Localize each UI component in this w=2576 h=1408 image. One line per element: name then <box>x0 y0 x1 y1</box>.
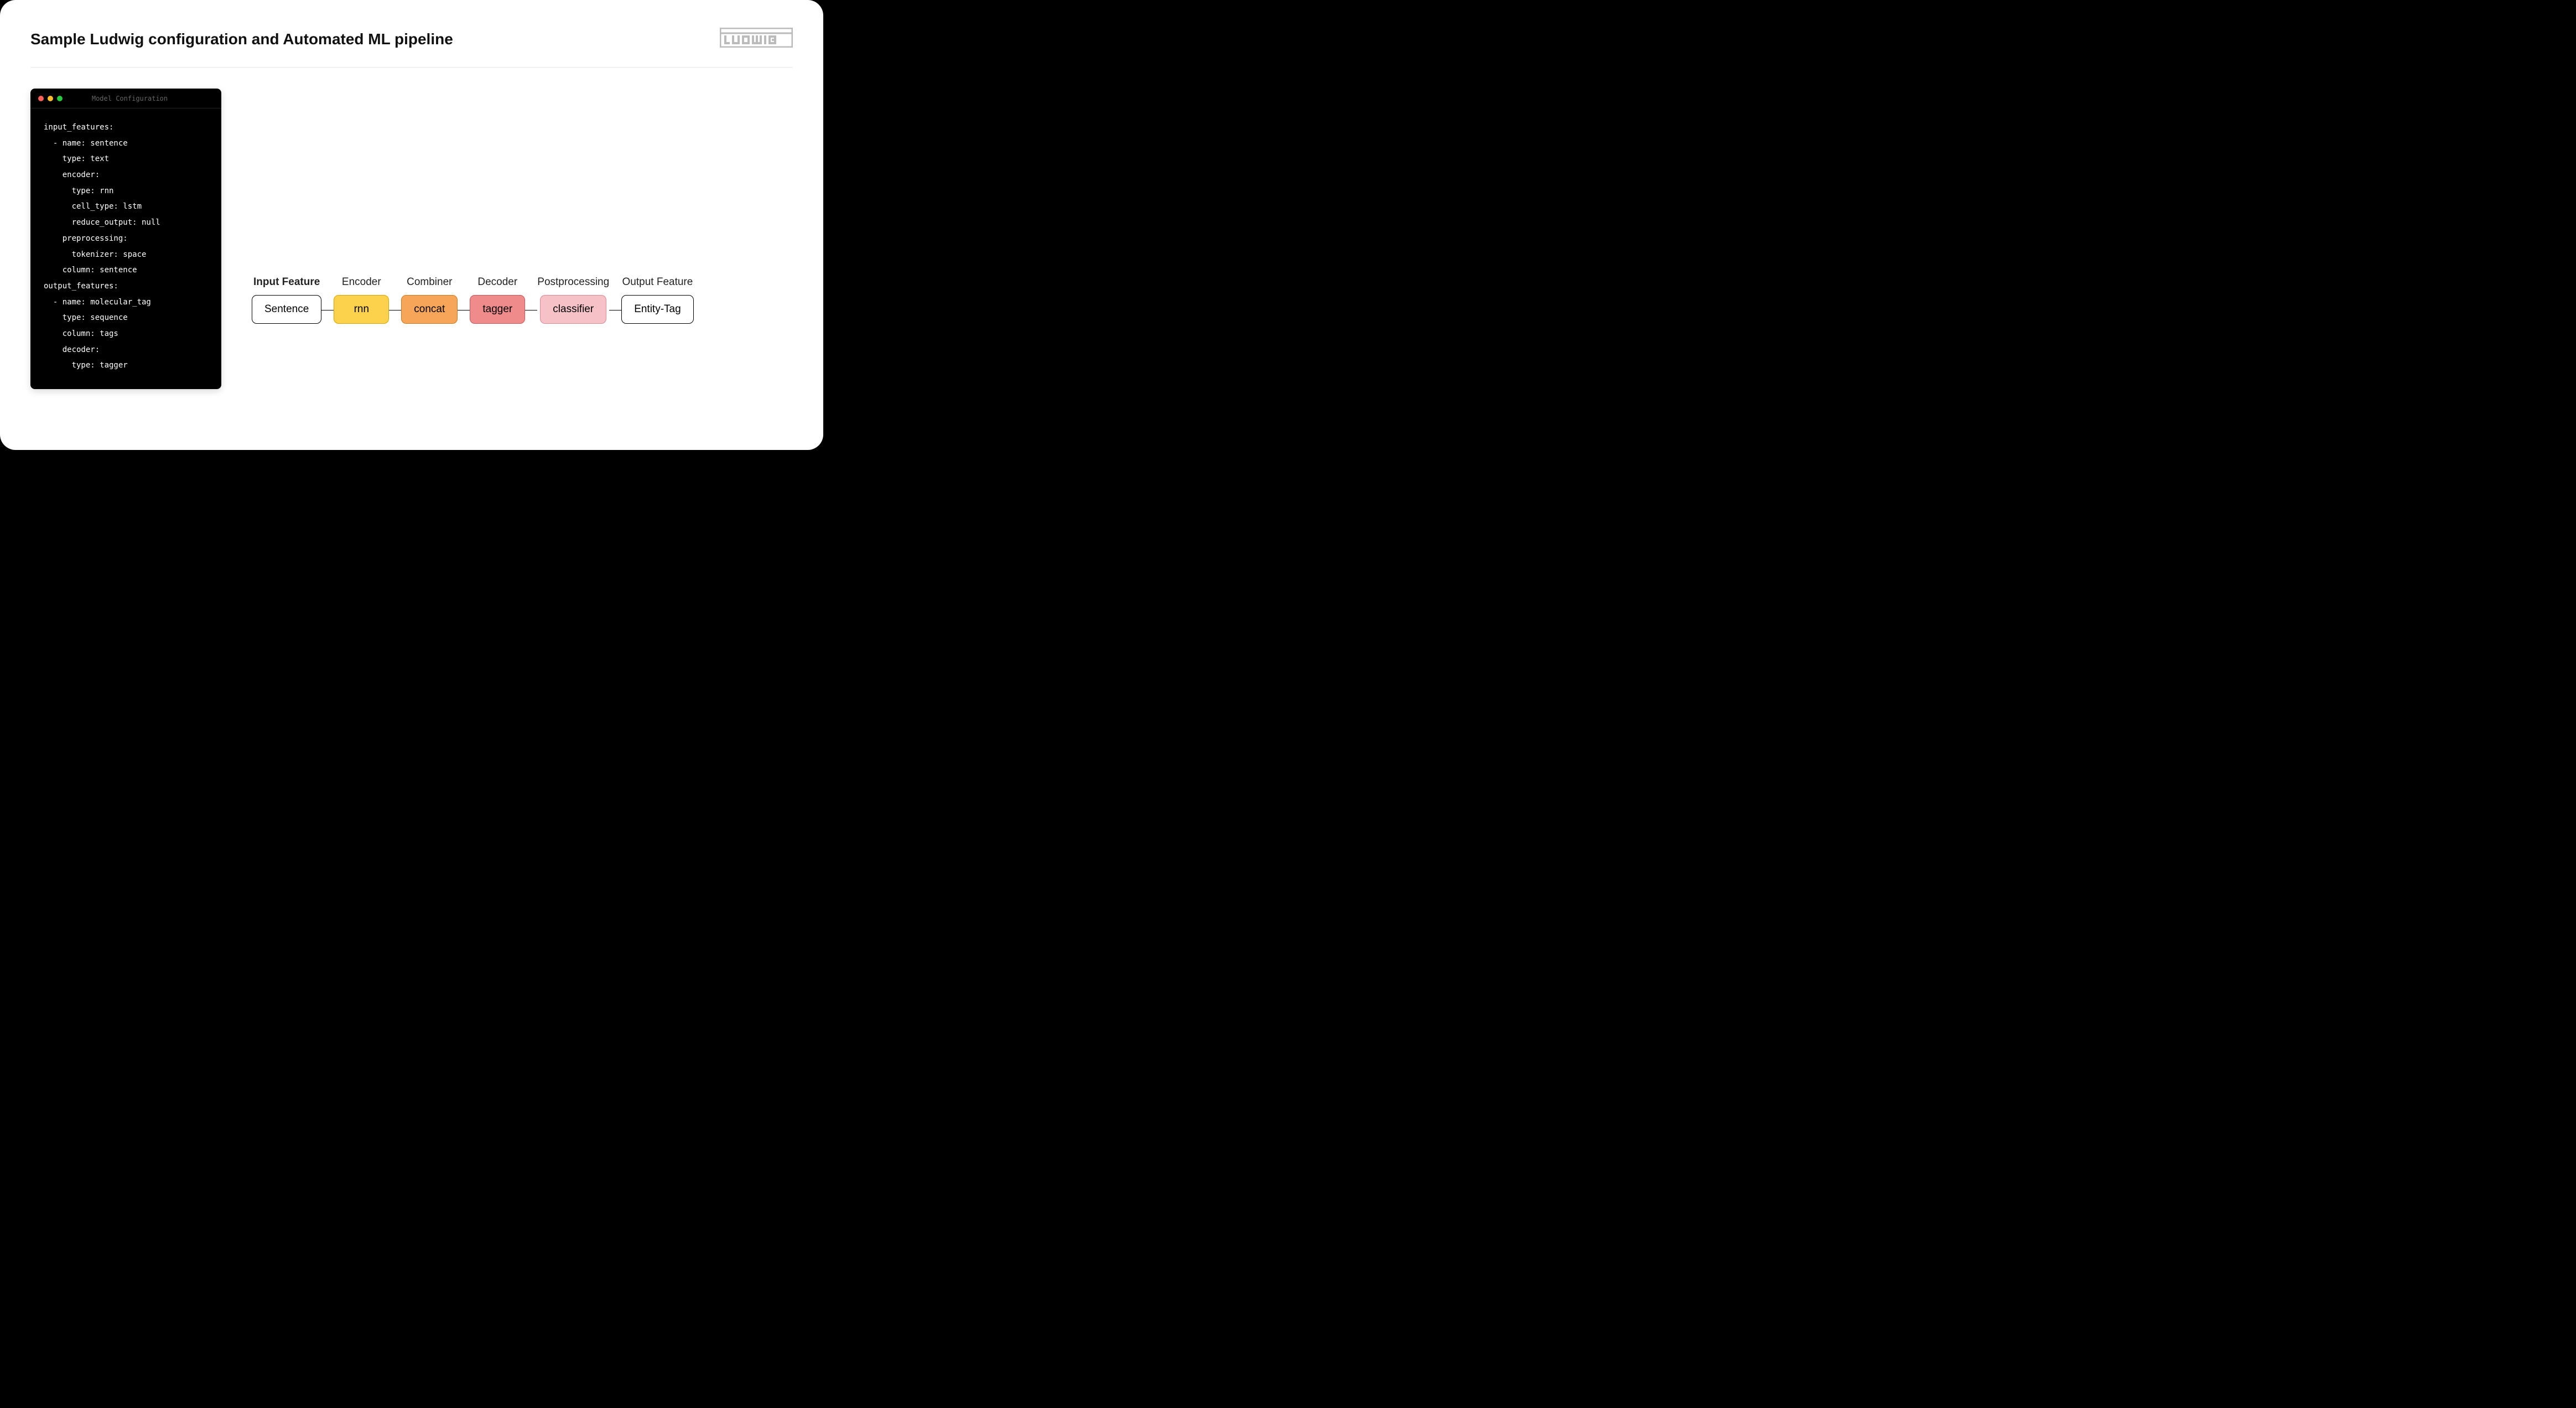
stage-label: Combiner <box>407 276 452 288</box>
stage-label: Input Feature <box>253 276 320 288</box>
close-icon <box>38 96 44 101</box>
code-terminal: Model Configuration input_features: - na… <box>30 89 221 389</box>
connector <box>321 310 334 311</box>
stage-box: Entity-Tag <box>621 295 693 324</box>
connector <box>609 310 621 311</box>
pipeline-stage: Input Feature Sentence <box>252 276 321 324</box>
stage-label: Output Feature <box>622 276 693 288</box>
connector <box>525 310 537 311</box>
terminal-code: input_features: - name: sentence type: t… <box>30 108 221 389</box>
pipeline-stage: Combiner concat <box>401 276 458 324</box>
stage-box: rnn <box>334 295 389 324</box>
pipeline-stage: Encoder rnn <box>334 276 389 324</box>
stage-box: tagger <box>470 295 525 324</box>
header: Sample Ludwig configuration and Automate… <box>30 30 793 50</box>
pipeline-stage: Decoder tagger <box>470 276 525 324</box>
ludwig-logo-icon <box>720 28 793 48</box>
pipeline-stage: Postprocessing classifier <box>537 276 609 324</box>
pipeline-stage: Output Feature Entity-Tag <box>621 276 693 324</box>
terminal-header: Model Configuration <box>30 89 221 108</box>
stage-label: Postprocessing <box>537 276 609 288</box>
divider <box>30 67 793 68</box>
diagram-frame: Sample Ludwig configuration and Automate… <box>0 0 823 450</box>
pipeline: Input Feature Sentence Encoder rnn Combiner c… <box>252 210 694 389</box>
stage-box: concat <box>401 295 458 324</box>
connector <box>458 310 470 311</box>
connector <box>389 310 401 311</box>
stage-label: Decoder <box>477 276 517 288</box>
ludwig-logo <box>720 28 793 50</box>
stage-label: Encoder <box>342 276 381 288</box>
content: Model Configuration input_features: - na… <box>30 89 793 389</box>
stage-box: Sentence <box>252 295 321 324</box>
terminal-title: Model Configuration <box>46 95 214 102</box>
page-title: Sample Ludwig configuration and Automate… <box>30 30 453 48</box>
stage-box: classifier <box>540 295 606 324</box>
